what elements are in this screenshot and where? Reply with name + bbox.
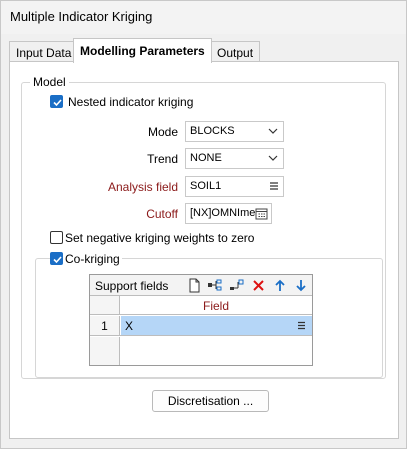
trend-label: Trend: [147, 152, 178, 166]
negative-weights-checkbox[interactable]: [50, 231, 63, 244]
checkmark-icon: [53, 256, 62, 264]
tab-label: Modelling Parameters: [80, 44, 205, 58]
tab-label: Input Data: [16, 46, 72, 60]
delete-row-icon[interactable]: [251, 278, 267, 293]
row-number: 1: [90, 316, 120, 335]
nested-indicator-kriging-label: Nested indicator kriging: [68, 95, 194, 109]
cutoff-value: [NX]OMNIme: [190, 207, 256, 219]
cokriging-checkbox[interactable]: [50, 252, 63, 265]
tab-modelling-parameters[interactable]: Modelling Parameters: [73, 38, 212, 63]
field-cell-value: X: [125, 319, 134, 333]
checkmark-icon: [53, 99, 62, 107]
move-down-icon[interactable]: [293, 278, 309, 293]
mode-label: Mode: [147, 125, 178, 139]
mode-value: BLOCKS: [190, 125, 235, 137]
list-icon: [298, 321, 305, 330]
cutoff-input[interactable]: [NX]OMNIme: [185, 203, 272, 224]
discretisation-button-label: Discretisation ...: [167, 394, 254, 408]
support-fields-title: Support fields: [95, 279, 169, 293]
field-cell[interactable]: X: [121, 316, 312, 335]
tab-panel: Model Nested indicator kriging Mode BLOC…: [9, 61, 399, 439]
tab-output[interactable]: Output: [210, 41, 261, 62]
nested-indicator-kriging-checkbox[interactable]: [50, 95, 63, 108]
trend-select[interactable]: NONE: [185, 148, 284, 169]
dialog-window: Multiple Indicator Kriging Input Data Mo…: [0, 0, 407, 449]
table-row[interactable]: 1 X: [90, 316, 312, 336]
row-header-corner: [90, 296, 120, 314]
grid-header: Field: [90, 296, 312, 315]
analysis-field-label: Analysis field: [107, 180, 178, 194]
cokriging-label: Co-kriging: [63, 252, 122, 266]
cutoff-label: Cutoff: [146, 207, 178, 221]
move-up-icon[interactable]: [272, 278, 288, 293]
append-row-icon[interactable]: [229, 278, 245, 293]
model-group-label: Model: [30, 75, 69, 89]
row-number-empty: [90, 337, 120, 365]
trend-value: NONE: [190, 152, 222, 164]
mode-select[interactable]: BLOCKS: [185, 121, 284, 142]
support-fields-toolbar: Support fields: [90, 275, 312, 296]
chevron-down-icon: [268, 128, 278, 134]
tab-label: Output: [217, 46, 254, 60]
field-cell-empty[interactable]: [121, 337, 312, 365]
tab-input-data[interactable]: Input Data: [9, 41, 79, 62]
title-bar: Multiple Indicator Kriging: [1, 1, 406, 34]
new-document-icon[interactable]: [186, 278, 202, 293]
analysis-field-value: SOIL1: [190, 180, 222, 192]
discretisation-button[interactable]: Discretisation ...: [152, 390, 269, 412]
window-title: Multiple Indicator Kriging: [10, 9, 153, 24]
field-column-header[interactable]: Field: [120, 299, 312, 313]
analysis-field-input[interactable]: SOIL1: [185, 176, 284, 197]
calendar-icon: [255, 208, 268, 220]
support-fields-grid: Support fields Field 1 X: [89, 274, 313, 366]
negative-weights-label: Set negative kriging weights to zero: [65, 231, 255, 245]
insert-row-icon[interactable]: [207, 278, 223, 293]
table-row-empty[interactable]: [90, 337, 312, 365]
chevron-down-icon: [268, 155, 278, 161]
list-icon: [270, 182, 278, 190]
